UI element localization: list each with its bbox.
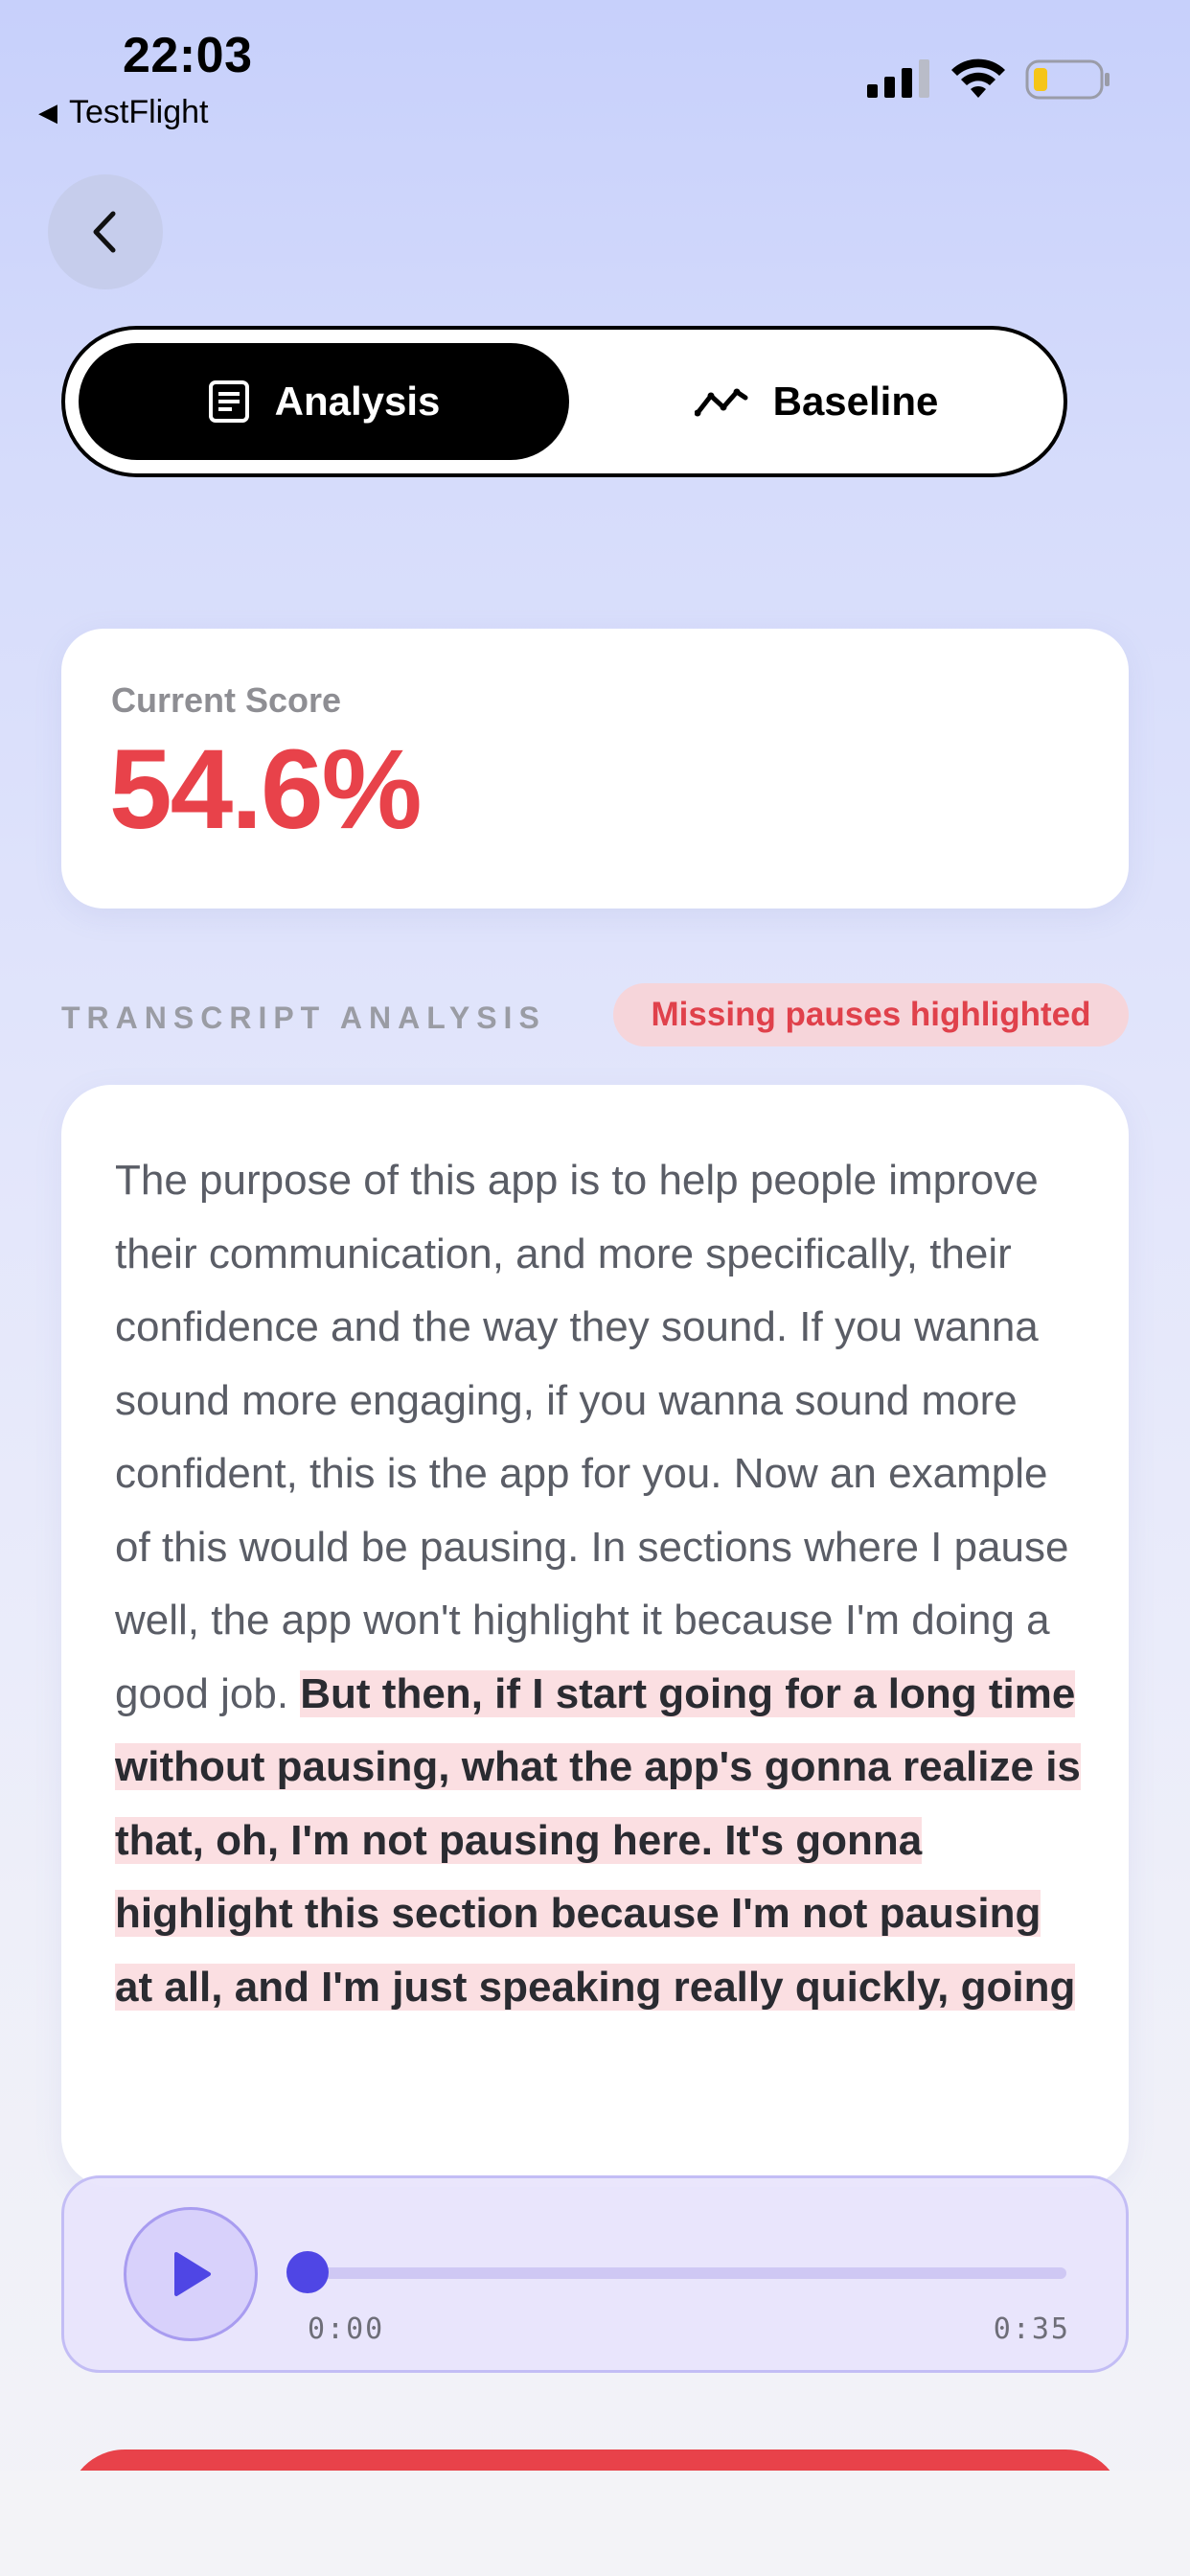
back-to-app-link[interactable]: ◀ TestFlight bbox=[38, 94, 209, 131]
duration: 0:35 bbox=[993, 2312, 1070, 2346]
wifi-icon bbox=[951, 58, 1005, 98]
view-segmented-control: Analysis Baseline bbox=[61, 326, 1067, 477]
status-time: 22:03 bbox=[123, 28, 253, 83]
audio-player: 0:00 0:35 bbox=[61, 2175, 1129, 2373]
transcript-highlighted-text: But then, if I start going for a long ti… bbox=[115, 1669, 1081, 2011]
score-label: Current Score bbox=[111, 680, 342, 720]
tab-baseline[interactable]: Baseline bbox=[583, 343, 1050, 460]
play-icon bbox=[174, 2252, 211, 2296]
back-button[interactable] bbox=[48, 174, 163, 289]
transcript-plain-text: The purpose of this app is to help peopl… bbox=[115, 1157, 1069, 1717]
current-score-card: Current Score 54.6% bbox=[61, 629, 1129, 908]
back-app-label: TestFlight bbox=[69, 94, 209, 130]
document-icon bbox=[208, 380, 249, 423]
playback-scrubber-thumb[interactable] bbox=[286, 2251, 329, 2293]
missing-pauses-badge: Missing pauses highlighted bbox=[613, 983, 1129, 1046]
playback-progress-track[interactable] bbox=[309, 2267, 1066, 2279]
bottom-fade bbox=[0, 2471, 1190, 2576]
chevron-left-icon bbox=[93, 211, 116, 253]
transcript-card: The purpose of this app is to help peopl… bbox=[61, 1085, 1129, 2187]
transcript-text: The purpose of this app is to help peopl… bbox=[115, 1144, 1083, 2024]
transcript-section-title: TRANSCRIPT ANALYSIS bbox=[61, 1000, 546, 1035]
tab-analysis-label: Analysis bbox=[274, 379, 441, 424]
current-time: 0:00 bbox=[308, 2312, 385, 2346]
play-button[interactable] bbox=[124, 2207, 258, 2341]
score-value: 54.6% bbox=[109, 726, 423, 853]
back-triangle-icon: ◀ bbox=[38, 98, 57, 126]
cellular-signal-icon bbox=[867, 59, 929, 98]
battery-icon bbox=[1025, 59, 1110, 100]
trend-line-icon bbox=[694, 388, 748, 417]
tab-baseline-label: Baseline bbox=[772, 379, 939, 424]
tab-analysis[interactable]: Analysis bbox=[79, 343, 569, 460]
